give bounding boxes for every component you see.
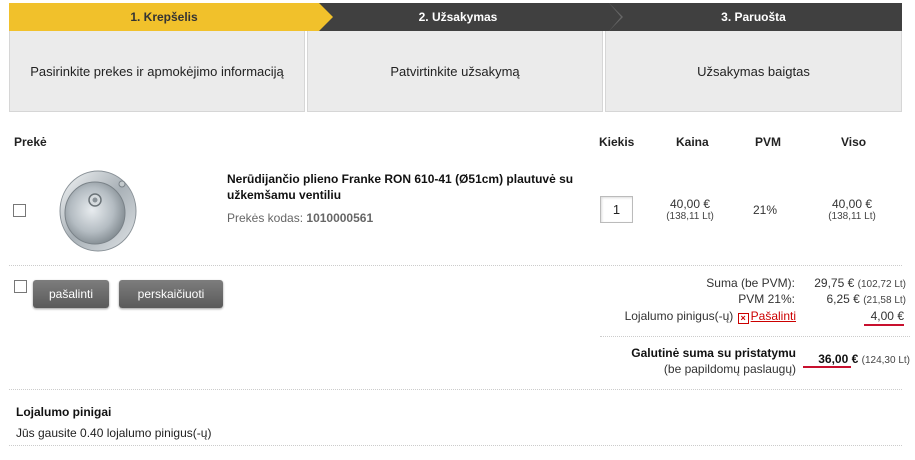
divider <box>9 445 902 446</box>
header-vat: PVM <box>755 135 782 149</box>
product-price: 40,00 € (138,11 Lt) <box>652 197 728 222</box>
step-order: 2. Užsakymas <box>307 3 623 31</box>
vat-lt: (21,58 Lt) <box>863 295 906 306</box>
subtotal-eur: 29,75 € <box>814 276 855 290</box>
product-name-link[interactable]: Nerūdijančio plieno Franke RON 610-41 (Ø… <box>227 171 587 203</box>
product-select-checkbox[interactable] <box>13 204 26 217</box>
product-code: Prekės kodas: 1010000561 <box>227 211 373 225</box>
subtotal-lt: (102,72 Lt) <box>857 279 906 290</box>
loyalty-text: Jūs gausite 0.40 lojalumo pinigus(-ų) <box>16 426 212 440</box>
step-ready-description: Užsakymas baigtas <box>605 31 902 112</box>
step-order-description: Patvirtinkite užsakymą <box>307 31 603 112</box>
remove-button[interactable]: pašalinti <box>33 280 109 308</box>
loyalty-discount-value: 4,00 € <box>870 309 904 323</box>
product-code-label: Prekės kodas: <box>227 211 304 225</box>
header-item: Prekė <box>14 135 47 149</box>
step-cart: 1. Krepšelis <box>9 3 333 31</box>
grand-total-label: Galutinė suma su pristatymu (be papildom… <box>600 345 796 377</box>
loyalty-discount-text: Lojalumo pinigus(-ų) <box>624 309 734 323</box>
divider <box>9 389 902 390</box>
checkout-step-descriptions: Pasirinkite prekes ir apmokėjimo informa… <box>9 31 902 112</box>
subtotal-label: Suma (be PVM): <box>706 276 795 290</box>
product-price-eur: 40,00 € <box>669 197 711 211</box>
grand-total-value: 36,00 € (124,30 Lt) <box>800 352 910 366</box>
loyalty-underline <box>864 324 904 326</box>
product-vat: 21% <box>752 203 778 217</box>
recalculate-button[interactable]: perskaičiuoti <box>119 280 223 308</box>
quantity-input[interactable]: 1 <box>600 196 633 223</box>
header-total: Viso <box>841 135 867 149</box>
vat-value: 6,25 € (21,58 Lt) <box>800 292 906 306</box>
grand-total-note: (be papildomų paslaugų) <box>663 362 796 376</box>
grand-total-title: Galutinė suma su pristatymu <box>631 346 796 360</box>
sink-image[interactable] <box>52 168 144 254</box>
product-total: 40,00 € (138,11 Lt) <box>814 197 890 222</box>
header-quantity: Kiekis <box>599 135 635 149</box>
grand-total-lt: (124,30 Lt) <box>861 355 910 366</box>
select-all-checkbox[interactable] <box>14 280 27 293</box>
vat-label: PVM 21%: <box>738 292 795 306</box>
header-price: Kaina <box>676 135 709 149</box>
loyalty-discount-label: Lojalumo pinigus(-ų) × Pašalinti <box>560 309 796 324</box>
checkout-steps: 3. Paruošta 2. Užsakymas 1. Krepšelis <box>9 3 902 31</box>
loyalty-remove-link[interactable]: Pašalinti <box>751 309 796 323</box>
vat-eur: 6,25 € <box>826 292 860 306</box>
product-code-value: 1010000561 <box>306 211 374 225</box>
product-total-eur: 40,00 € <box>831 197 873 211</box>
product-price-lt: (138,11 Lt) <box>666 211 714 222</box>
summary-divider <box>600 336 910 337</box>
subtotal-value: 29,75 € (102,72 Lt) <box>800 276 906 290</box>
loyalty-title: Lojalumo pinigai <box>16 405 112 419</box>
divider <box>9 265 902 266</box>
step-ready: 3. Paruošta <box>605 3 902 31</box>
grand-total-eur: 36,00 € <box>818 352 859 366</box>
close-icon[interactable]: × <box>737 313 749 324</box>
product-total-lt: (138,11 Lt) <box>828 211 876 222</box>
grand-total-underline <box>803 366 851 368</box>
step-cart-description: Pasirinkite prekes ir apmokėjimo informa… <box>9 31 305 112</box>
